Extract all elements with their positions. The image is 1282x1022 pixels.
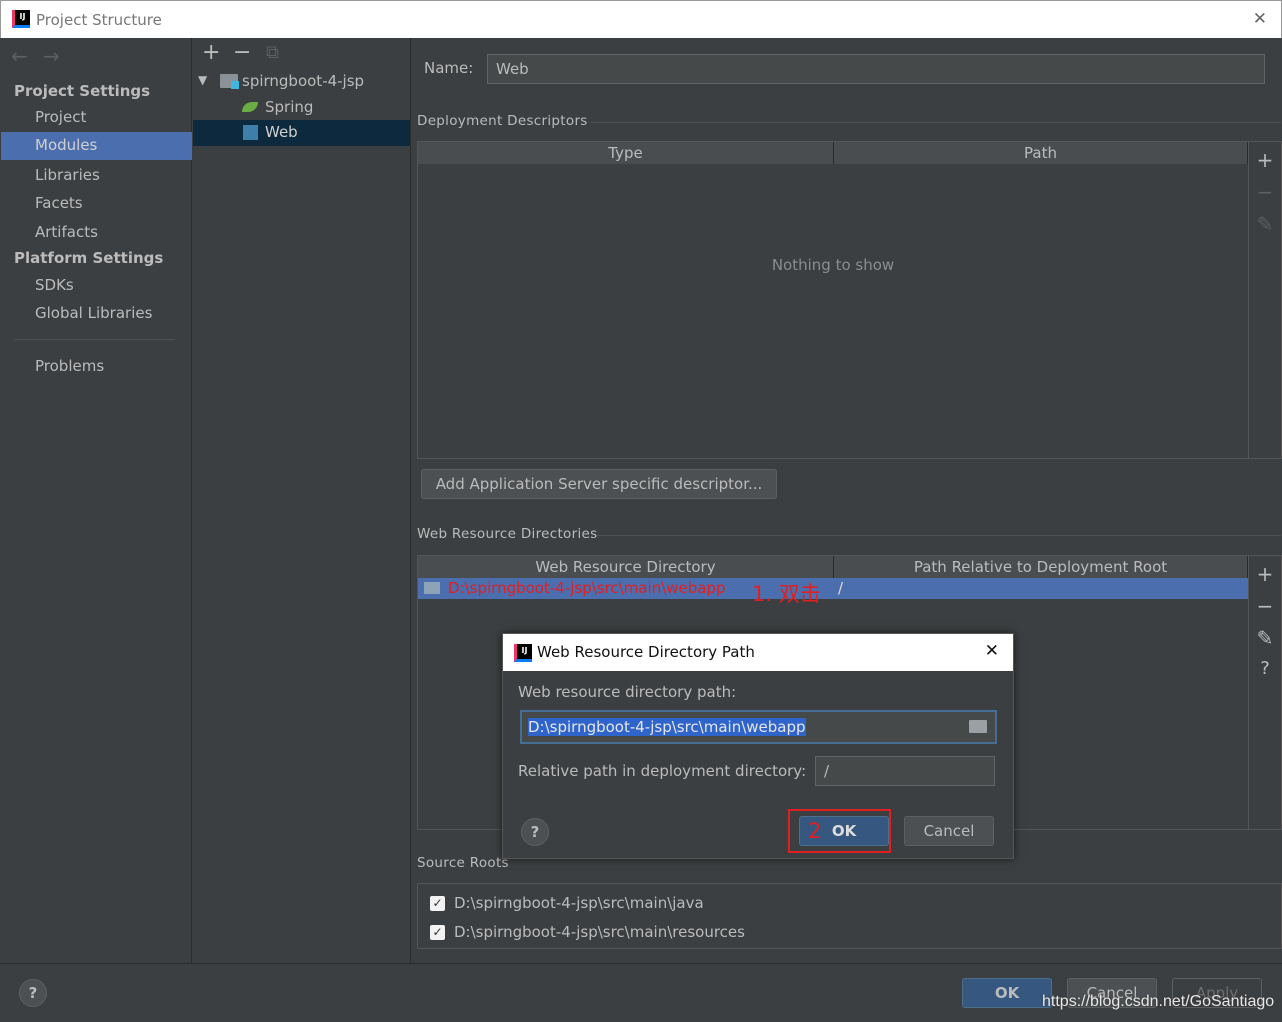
intellij-logo-icon: IJ — [514, 644, 532, 662]
watermark: https://blog.csdn.net/GoSantiago — [1042, 993, 1275, 1010]
checkbox[interactable]: ✓ — [430, 925, 445, 940]
path-label: Web resource directory path: — [518, 683, 737, 701]
dialog-title-bar: IJ Web Resource Directory Path ✕ — [503, 634, 1013, 671]
divider — [15, 339, 175, 340]
ok-button[interactable]: OK — [962, 978, 1052, 1008]
source-root-path: D:\spirngboot-4-jsp\src\main\resources — [454, 923, 745, 941]
dialog-title: Web Resource Directory Path — [537, 643, 755, 661]
empty-state-text: Nothing to show — [771, 256, 895, 274]
deployment-descriptors-heading: Deployment Descriptors — [417, 113, 588, 129]
column-header-type[interactable]: Type — [418, 142, 834, 164]
toolbar: + − ✎ — [1249, 141, 1282, 459]
add-icon[interactable]: + — [202, 40, 220, 65]
platform-settings-heading: Platform Settings — [14, 249, 164, 267]
project-settings-heading: Project Settings — [14, 82, 151, 100]
remove-icon[interactable]: − — [1255, 594, 1275, 618]
web-icon — [243, 125, 258, 140]
module-tree: + − ⧉ ▼ spirngboot-4-jsp Spring Web — [193, 38, 411, 963]
column-header-directory[interactable]: Web Resource Directory — [418, 556, 834, 578]
divider — [0, 963, 1282, 964]
deployment-descriptors-table: Type Path Nothing to show — [417, 141, 1249, 459]
relative-path-input[interactable]: / — [815, 756, 995, 786]
sidebar-item-label: Modules — [35, 136, 98, 154]
forward-icon[interactable]: → — [43, 44, 60, 68]
edit-icon[interactable]: ✎ — [1255, 626, 1275, 650]
expand-arrow-icon[interactable]: ▼ — [198, 73, 207, 87]
remove-icon[interactable]: − — [233, 40, 251, 65]
close-icon[interactable]: ✕ — [985, 641, 999, 661]
annotation-step-2: 2 — [808, 819, 822, 843]
toolbar: + − ✎ ? — [1249, 555, 1282, 830]
sidebar-item-project[interactable]: Project — [35, 108, 86, 126]
close-icon[interactable]: ✕ — [1253, 9, 1267, 29]
annotation-step-1: 1. 双击 — [752, 582, 821, 606]
add-descriptor-button[interactable]: Add Application Server specific descript… — [421, 469, 777, 499]
relative-path-label: Relative path in deployment directory: — [518, 762, 807, 780]
tree-item-label: Web — [265, 123, 298, 141]
table-row[interactable]: D:\spirngboot-4-jsp\src\main\webapp / — [418, 578, 1248, 599]
sidebar: ← → Project Settings Project Modules Lib… — [1, 38, 192, 963]
sidebar-item-global-libraries[interactable]: Global Libraries — [35, 304, 152, 322]
help-button[interactable]: ? — [19, 979, 47, 1007]
window-title: Project Structure — [36, 11, 162, 29]
help-icon[interactable]: ? — [1255, 658, 1275, 679]
source-root-path: D:\spirngboot-4-jsp\src\main\java — [454, 894, 704, 912]
sidebar-item-libraries[interactable]: Libraries — [35, 166, 100, 184]
back-icon[interactable]: ← — [11, 44, 28, 68]
sidebar-item-facets[interactable]: Facets — [35, 194, 83, 212]
folder-browse-icon[interactable] — [969, 720, 987, 733]
divider — [591, 122, 1281, 123]
module-folder-icon — [220, 74, 239, 89]
remove-icon[interactable]: − — [1255, 180, 1275, 204]
spring-leaf-icon — [242, 102, 258, 112]
checkbox[interactable]: ✓ — [430, 896, 445, 911]
tree-item-spring[interactable]: Spring — [265, 98, 313, 116]
source-roots-heading: Source Roots — [417, 855, 509, 871]
relative-path-cell: / — [838, 579, 844, 597]
web-resource-directories-heading: Web Resource Directories — [417, 526, 598, 542]
intellij-logo-icon: IJ — [12, 10, 30, 28]
path-input[interactable]: D:\spirngboot-4-jsp\src\main\webapp — [520, 710, 997, 744]
column-header-path[interactable]: Path — [834, 142, 1248, 164]
name-label: Name: — [424, 59, 474, 77]
path-input-value: D:\spirngboot-4-jsp\src\main\webapp — [528, 718, 806, 736]
web-resource-directory-dialog: IJ Web Resource Directory Path ✕ Web res… — [502, 633, 1014, 859]
directory-cell: D:\spirngboot-4-jsp\src\main\webapp — [448, 579, 726, 597]
sidebar-item-artifacts[interactable]: Artifacts — [35, 223, 98, 241]
source-roots-list: ✓ D:\spirngboot-4-jsp\src\main\java ✓ D:\s… — [417, 883, 1282, 949]
column-header-relative-path[interactable]: Path Relative to Deployment Root — [834, 556, 1248, 578]
tree-item-root[interactable]: spirngboot-4-jsp — [242, 72, 364, 90]
dialog-cancel-button[interactable]: Cancel — [904, 816, 994, 846]
sidebar-item-sdks[interactable]: SDKs — [35, 276, 74, 294]
sidebar-item-problems[interactable]: Problems — [35, 357, 104, 375]
add-icon[interactable]: + — [1255, 562, 1275, 586]
tree-item-web[interactable]: Web — [193, 120, 410, 146]
name-input[interactable]: Web — [487, 54, 1265, 84]
add-icon[interactable]: + — [1255, 148, 1275, 172]
folder-icon — [424, 582, 440, 594]
divider — [597, 535, 1281, 536]
help-button[interactable]: ? — [521, 818, 549, 846]
sidebar-item-modules[interactable]: Modules — [1, 132, 192, 160]
copy-icon[interactable]: ⧉ — [266, 42, 279, 63]
title-bar: IJ Project Structure ✕ — [0, 0, 1282, 38]
edit-icon[interactable]: ✎ — [1255, 212, 1275, 236]
